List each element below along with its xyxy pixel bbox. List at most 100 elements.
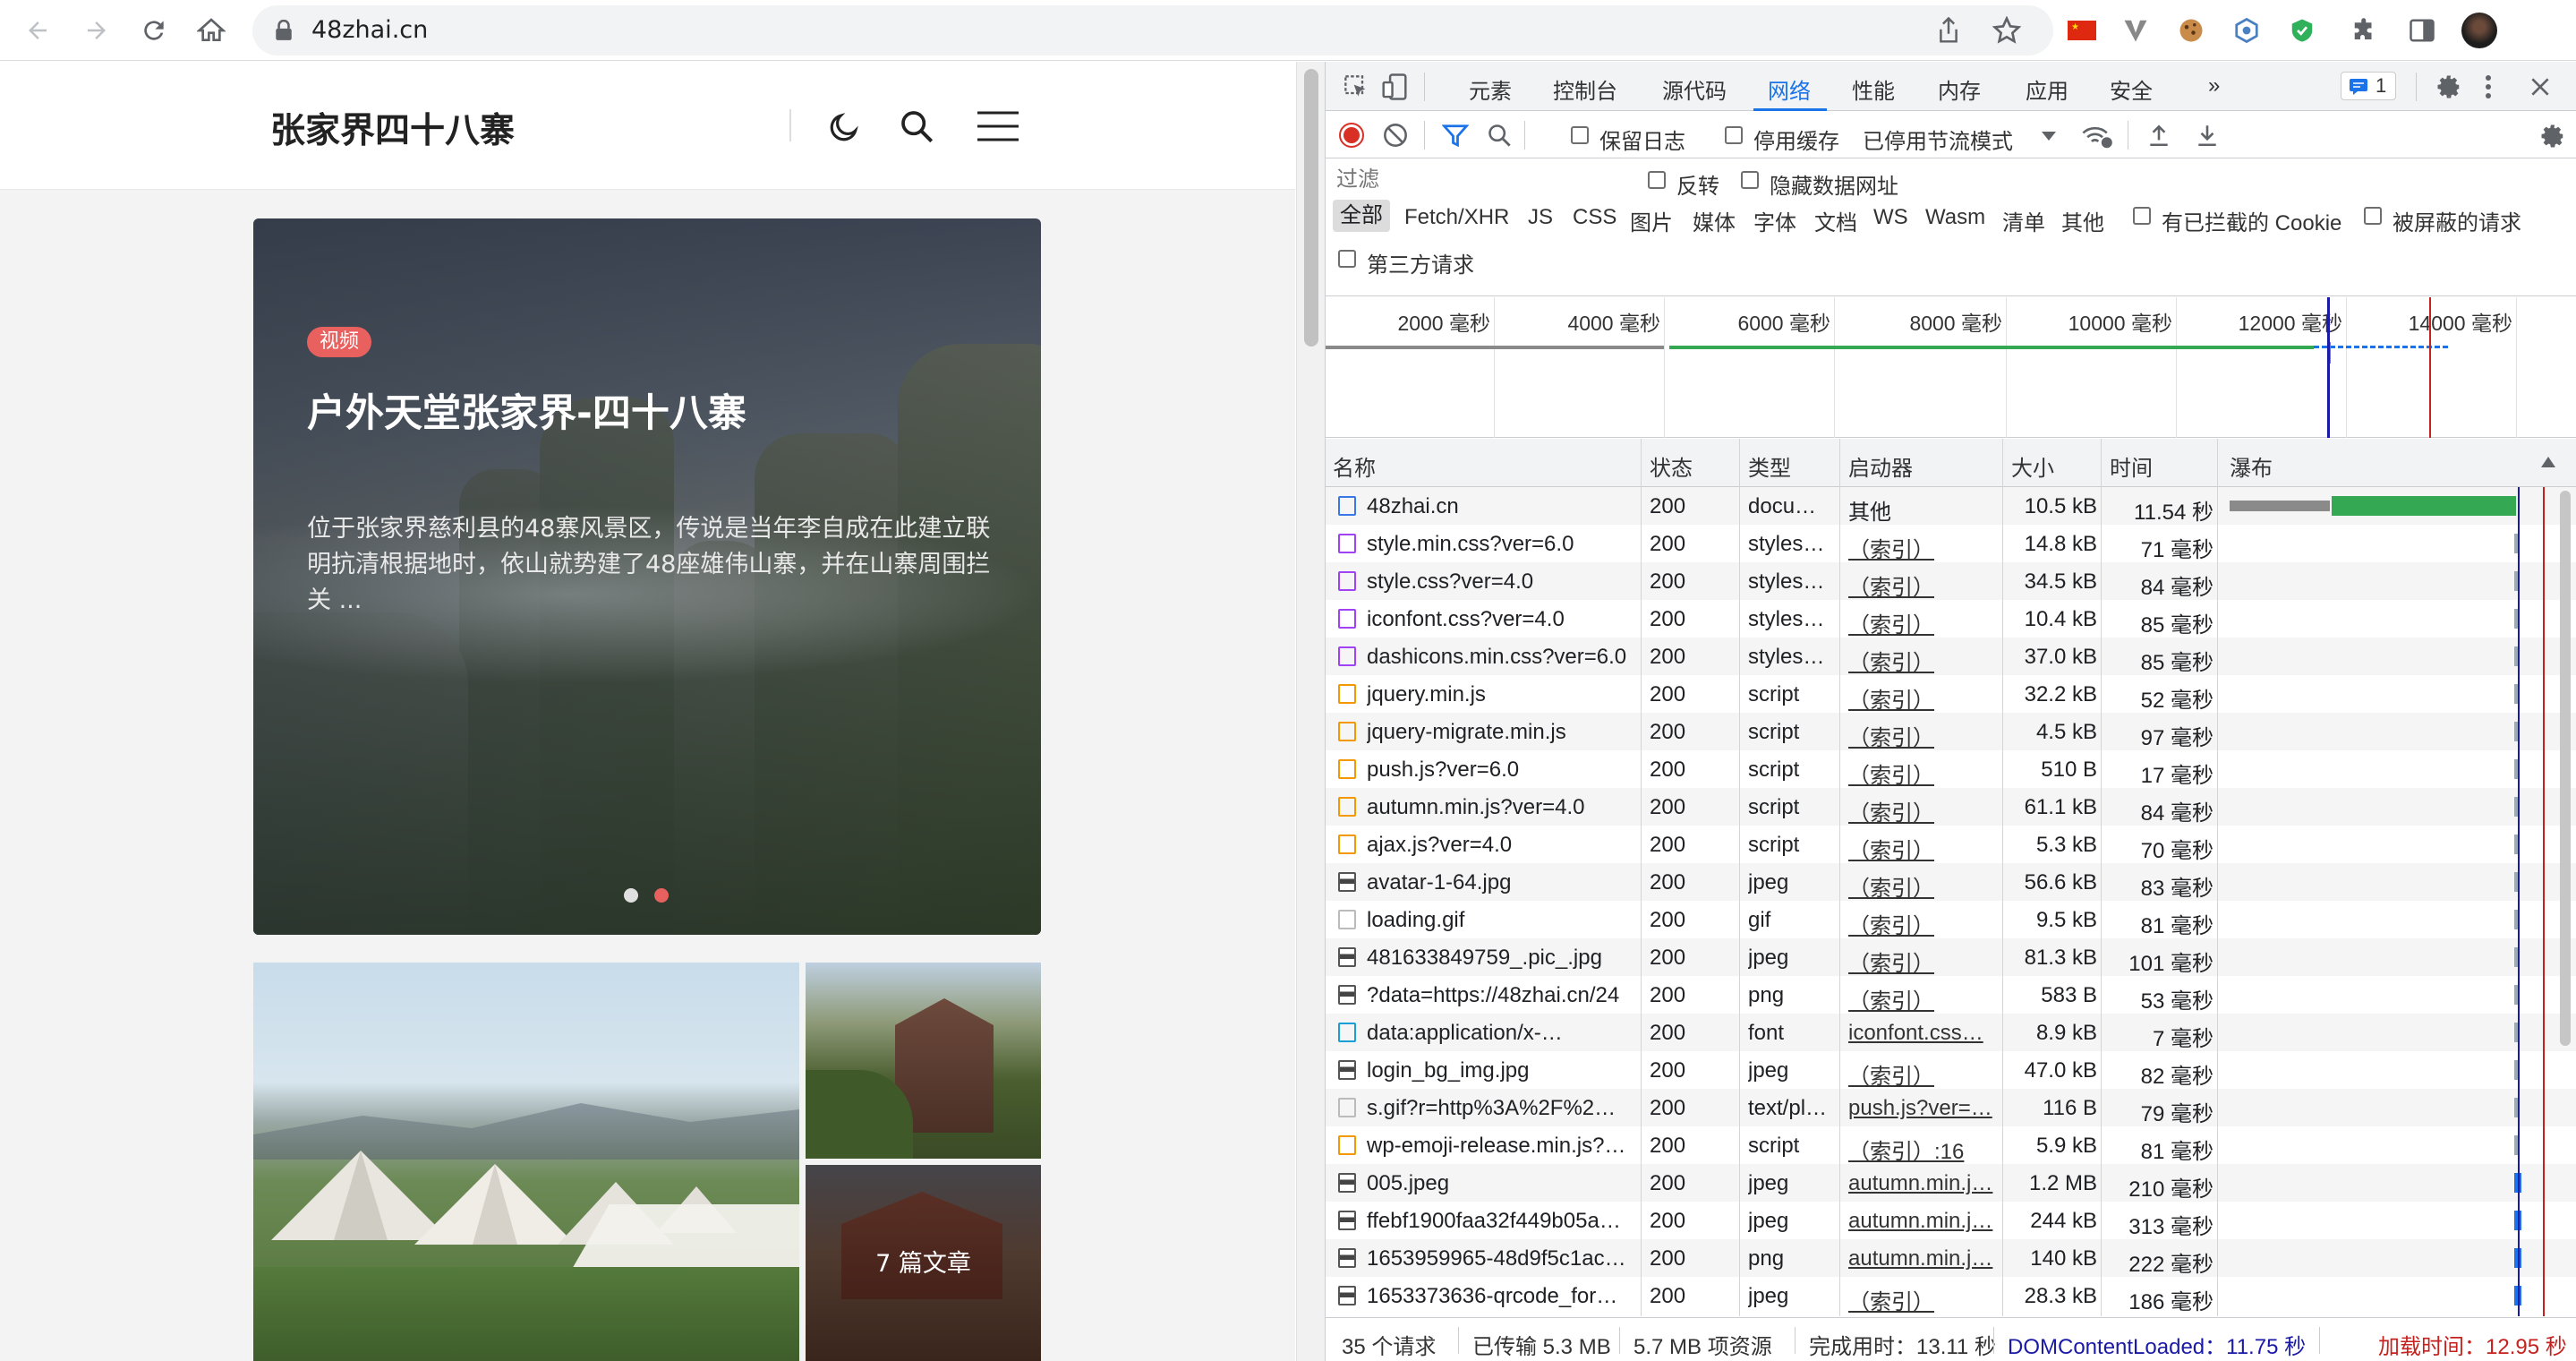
table-row[interactable]: jquery.min.js 200 script （索引） 32.2 kB 52 毫秒 [1326, 675, 2576, 713]
column-initiator[interactable]: 启动器 [1848, 450, 1913, 482]
feature-image-gate[interactable]: 7 篇文章 [806, 1165, 1041, 1361]
dropdown-arrow-icon[interactable] [2042, 132, 2056, 141]
sort-ascending-icon[interactable] [2541, 457, 2555, 467]
close-devtools-icon[interactable] [2529, 75, 2552, 98]
cell-name[interactable]: wp-emoji-release.min.js?… [1367, 1134, 1635, 1159]
cell-name[interactable]: 005.jpeg [1367, 1171, 1635, 1196]
hexagon-extension-icon[interactable] [2229, 13, 2265, 48]
cell-name[interactable]: 1653373636-qrcode_for… [1367, 1284, 1635, 1309]
cell-name[interactable]: ?data=https://48zhai.cn/24 [1367, 983, 1635, 1008]
cell-initiator[interactable]: （索引） [1848, 532, 1999, 563]
table-row[interactable]: 48zhai.cn 200 docu… 其他 10.5 kB 11.54 秒 [1326, 487, 2576, 525]
cell-initiator[interactable]: autumn.min.j… [1848, 1246, 1999, 1271]
more-options-icon[interactable] [2482, 73, 2495, 100]
cell-initiator[interactable]: （索引） [1848, 908, 1999, 939]
shield-extension-icon[interactable] [2284, 13, 2320, 48]
type-filter-js[interactable]: JS [1528, 205, 1553, 230]
tab-sources[interactable]: 源代码 [1662, 73, 1727, 105]
cookie-extension-icon[interactable] [2173, 13, 2209, 48]
reload-button[interactable] [136, 13, 172, 48]
slider-dot-1[interactable] [624, 888, 638, 903]
table-row[interactable]: login_bg_img.jpg 200 jpeg （索引） 47.0 kB 82 毫秒 [1326, 1051, 2576, 1089]
bookmark-star-icon[interactable] [1992, 16, 2021, 45]
cell-name[interactable]: push.js?ver=6.0 [1367, 758, 1635, 783]
table-row[interactable]: ffebf1900faa32f449b05a… 200 jpeg autumn.min… [1326, 1202, 2576, 1239]
cell-name[interactable]: jquery-migrate.min.js [1367, 720, 1635, 745]
network-overview-timeline[interactable]: 2000 毫秒 4000 毫秒 6000 毫秒 8000 毫秒 10000 毫秒… [1326, 297, 2576, 438]
profile-avatar[interactable] [2461, 13, 2497, 48]
tab-console[interactable]: 控制台 [1553, 73, 1617, 105]
cell-initiator[interactable]: （索引） [1848, 758, 1999, 789]
table-row[interactable]: autumn.min.js?ver=4.0 200 script （索引） 61.1 k… [1326, 788, 2576, 826]
device-toolbar-icon[interactable] [1381, 73, 1408, 101]
tab-network[interactable]: 网络 [1768, 73, 1811, 105]
side-panel-icon[interactable] [2404, 13, 2440, 48]
export-har-icon[interactable] [2196, 123, 2219, 148]
cell-initiator[interactable]: （索引） [1848, 682, 1999, 714]
tab-performance[interactable]: 性能 [1852, 73, 1895, 105]
back-button[interactable] [20, 13, 55, 48]
preserve-log-checkbox[interactable] [1571, 126, 1589, 144]
search-icon[interactable] [899, 108, 934, 144]
home-button[interactable] [193, 13, 229, 48]
type-filter-wasm[interactable]: Wasm [1925, 205, 1985, 230]
dark-mode-moon-icon[interactable] [827, 110, 861, 144]
more-tabs-button[interactable]: » [2208, 73, 2220, 98]
cell-initiator[interactable]: autumn.min.j… [1848, 1209, 1999, 1234]
table-row[interactable]: 481633849759_.pic_.jpg 200 jpeg （索引） 81.3 kB… [1326, 938, 2576, 976]
column-size[interactable]: 大小 [2011, 450, 2054, 482]
table-row[interactable]: jquery-migrate.min.js 200 script （索引） 4.5 kB… [1326, 713, 2576, 750]
page-scrollbar-thumb[interactable] [1304, 69, 1318, 347]
table-row[interactable]: style.min.css?ver=6.0 200 styles… （索引） 14.8 … [1326, 525, 2576, 562]
type-filter-doc[interactable]: 文档 [1814, 205, 1857, 236]
search-icon[interactable] [1487, 123, 1512, 148]
column-waterfall[interactable]: 瀑布 [2230, 450, 2273, 482]
column-time[interactable]: 时间 [2110, 450, 2153, 482]
table-row[interactable]: ajax.js?ver=4.0 200 script （索引） 5.3 kB 70 毫秒 [1326, 826, 2576, 863]
cell-name[interactable]: login_bg_img.jpg [1367, 1058, 1635, 1083]
table-row[interactable]: 005.jpeg 200 jpeg autumn.min.j… 1.2 MB 210 毫秒 [1326, 1164, 2576, 1202]
settings-gear-icon[interactable] [2435, 73, 2462, 100]
address-bar[interactable]: 48zhai.cn [252, 5, 2053, 56]
clear-icon[interactable] [1383, 123, 1408, 148]
type-filter-css[interactable]: CSS [1573, 205, 1616, 230]
cell-name[interactable]: iconfont.css?ver=4.0 [1367, 607, 1635, 632]
type-filter-manifest[interactable]: 清单 [2002, 205, 2045, 236]
cell-name[interactable]: autumn.min.js?ver=4.0 [1367, 795, 1635, 820]
cell-initiator[interactable]: （索引） [1848, 1284, 1999, 1315]
category-tag[interactable]: 视频 [307, 327, 372, 357]
filter-input[interactable] [1331, 162, 1617, 198]
type-filter-ws[interactable]: WS [1873, 205, 1908, 230]
requests-scrollbar[interactable] [2557, 487, 2573, 1316]
cell-initiator[interactable]: （索引） [1848, 833, 1999, 864]
table-row[interactable]: style.css?ver=4.0 200 styles… （索引） 34.5 kB 84… [1326, 562, 2576, 600]
invert-checkbox[interactable] [1648, 171, 1666, 189]
feature-image-tents[interactable] [253, 963, 799, 1361]
tab-elements[interactable]: 元素 [1469, 73, 1512, 105]
cell-initiator[interactable]: push.js?ver=… [1848, 1096, 1999, 1121]
cell-name[interactable]: dashicons.min.css?ver=6.0 [1367, 645, 1635, 670]
cell-name[interactable]: jquery.min.js [1367, 682, 1635, 707]
forward-button[interactable] [79, 13, 115, 48]
type-filter-font[interactable]: 字体 [1753, 205, 1796, 236]
throttling-select[interactable]: 已停用节流模式 [1863, 124, 2013, 155]
filter-funnel-icon[interactable] [1442, 123, 1469, 150]
cell-name[interactable]: 481633849759_.pic_.jpg [1367, 946, 1635, 971]
type-filter-fetch-xhr[interactable]: Fetch/XHR [1404, 205, 1509, 230]
hero-slide[interactable]: 视频 户外天堂张家界-四十八寨 位于张家界慈利县的48寨风景区，传说是当年李自成… [253, 218, 1041, 935]
table-row[interactable]: avatar-1-64.jpg 200 jpeg （索引） 56.6 kB 83 毫秒 [1326, 863, 2576, 901]
disable-cache-checkbox[interactable] [1725, 126, 1743, 144]
share-icon[interactable] [1935, 16, 1962, 45]
puzzle-extensions-icon[interactable] [2347, 13, 2383, 48]
column-name[interactable]: 名称 [1333, 450, 1376, 482]
china-flag-extension-icon[interactable]: ★ [2064, 13, 2100, 48]
cell-initiator[interactable]: （索引） [1848, 607, 1999, 638]
type-filter-other[interactable]: 其他 [2061, 205, 2104, 236]
blocked-cookies-checkbox[interactable] [2133, 207, 2151, 225]
cell-name[interactable]: style.min.css?ver=6.0 [1367, 532, 1635, 557]
tab-security[interactable]: 安全 [2110, 73, 2153, 105]
cell-initiator[interactable]: autumn.min.j… [1848, 1171, 1999, 1196]
cell-initiator[interactable]: （索引） [1848, 645, 1999, 676]
tab-memory[interactable]: 内存 [1938, 73, 1981, 105]
record-icon[interactable] [1338, 122, 1365, 149]
